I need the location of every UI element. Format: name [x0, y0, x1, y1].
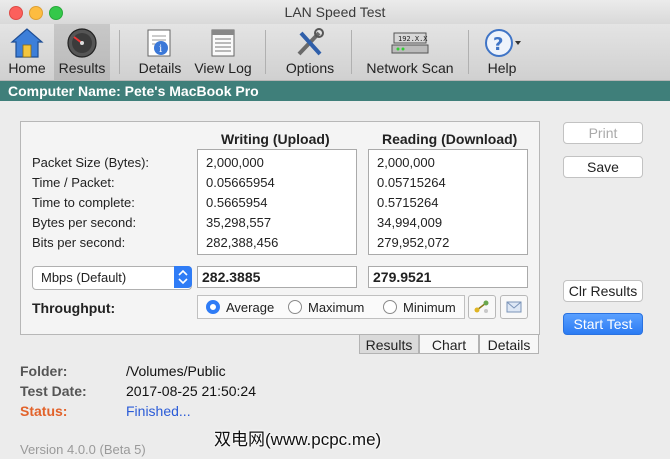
watermark-text: 双电网(www.pcpc.me) [214, 430, 382, 449]
tab-chart[interactable]: Chart [419, 334, 479, 354]
reading-bits-per-second: 279,952,072 [377, 235, 450, 250]
toolbar-separator [119, 30, 120, 74]
tab-details[interactable]: Details [479, 334, 539, 354]
svg-text:i: i [159, 44, 162, 55]
title-bar: LAN Speed Test [0, 0, 670, 24]
options-button[interactable]: Options [280, 24, 340, 80]
start-test-button[interactable]: Start Test [563, 313, 643, 335]
writing-time-to-complete: 0.5665954 [206, 195, 268, 210]
chevron-down-icon [515, 41, 521, 45]
radio-maximum-label: Maximum [308, 300, 365, 315]
toolbar: Home Results i Details View Log Options … [0, 24, 670, 81]
details-label: Details [138, 60, 182, 76]
radio-average-label: Average [226, 300, 275, 315]
version-text: Version 4.0.0 (Beta 5) [20, 442, 146, 457]
details-button[interactable]: i Details [134, 24, 186, 80]
clear-results-button[interactable]: Clr Results [563, 280, 643, 302]
row-label-bits-per-second: Bits per second: [32, 235, 126, 250]
throughput-label: Throughput: [32, 300, 116, 316]
window-title: LAN Speed Test [284, 4, 386, 20]
view-log-button[interactable]: View Log [190, 24, 256, 80]
reading-header: Reading (Download) [382, 131, 518, 147]
writing-packet-size: 2,000,000 [206, 155, 264, 170]
house-icon [10, 28, 44, 58]
speedometer-icon [67, 28, 97, 58]
reading-values-box: 2,000,000 0.05715264 0.5715264 34,994,00… [368, 149, 528, 255]
results-button[interactable]: Results [54, 24, 110, 80]
writing-bits-per-second: 282,388,456 [206, 235, 279, 250]
results-label: Results [58, 60, 106, 76]
radio-average-circle [206, 300, 220, 314]
reading-bytes-per-second: 34,994,009 [377, 215, 443, 230]
network-scan-button[interactable]: 192.X.X Network Scan [362, 24, 458, 80]
log-list-icon [211, 29, 235, 57]
email-button[interactable] [500, 295, 528, 319]
writing-values-box: 2,000,000 0.05665954 0.5665954 35,298,55… [197, 149, 357, 255]
writing-throughput-value: 282.3885 [202, 269, 261, 285]
tab-results[interactable]: Results [359, 334, 419, 354]
row-label-packet-size: Packet Size (Bytes): [32, 155, 150, 170]
share-button[interactable] [468, 295, 496, 319]
radio-minimum-circle [383, 300, 397, 314]
status-label: Status: [20, 403, 68, 419]
svg-text:?: ? [493, 34, 503, 55]
network-device-icon: 192.X.X [391, 32, 429, 54]
folder-label: Folder: [20, 363, 68, 379]
row-label-time-to-complete: Time to complete: [32, 195, 135, 210]
computer-name-bar: Computer Name: Pete's MacBook Pro [0, 81, 670, 101]
envelope-icon [506, 301, 522, 313]
writing-header: Writing (Upload) [221, 131, 330, 147]
reading-throughput-field[interactable]: 279.9521 [368, 266, 528, 288]
save-button[interactable]: Save [563, 156, 643, 178]
computer-name: Computer Name: Pete's MacBook Pro [8, 83, 259, 99]
reading-packet-size: 2,000,000 [377, 155, 435, 170]
row-label-bytes-per-second: Bytes per second: [32, 215, 137, 230]
help-question-icon: ? [485, 29, 521, 57]
tools-icon [297, 28, 324, 56]
share-nodes-icon [474, 300, 489, 313]
svg-text:192.X.X: 192.X.X [398, 35, 428, 43]
results-panel: Writing (Upload) Reading (Download) Pack… [20, 121, 540, 335]
toolbar-separator [468, 30, 469, 74]
test-date-label: Test Date: [20, 383, 87, 399]
updown-arrows-icon [174, 266, 192, 288]
home-button[interactable]: Home [4, 24, 50, 80]
info-document-icon: i [147, 29, 171, 57]
unit-select-value: Mbps (Default) [41, 270, 127, 285]
toolbar-separator [265, 30, 266, 74]
options-label: Options [285, 60, 335, 76]
view-log-label: View Log [194, 60, 252, 76]
row-label-time-per-packet: Time / Packet: [32, 175, 115, 190]
writing-bytes-per-second: 35,298,557 [206, 215, 272, 230]
radio-maximum-circle [288, 300, 302, 314]
reading-time-to-complete: 0.5715264 [377, 195, 439, 210]
print-button[interactable]: Print [563, 122, 643, 144]
test-date-value: 2017-08-25 21:50:24 [126, 383, 256, 399]
folder-value: /Volumes/Public [126, 363, 226, 379]
network-scan-label: Network Scan [366, 60, 454, 76]
unit-select[interactable]: Mbps (Default) [32, 266, 192, 290]
help-label: Help [487, 60, 517, 76]
writing-time-per-packet: 0.05665954 [206, 175, 275, 190]
status-value: Finished... [126, 403, 191, 419]
toolbar-separator [351, 30, 352, 74]
writing-throughput-field[interactable]: 282.3885 [197, 266, 357, 288]
radio-minimum-label: Minimum [403, 300, 456, 315]
help-button[interactable]: ? Help [478, 24, 526, 80]
throughput-radio-group: Average Maximum Minimum [197, 295, 465, 319]
home-label: Home [8, 60, 46, 76]
reading-throughput-value: 279.9521 [373, 269, 432, 285]
reading-time-per-packet: 0.05715264 [377, 175, 446, 190]
